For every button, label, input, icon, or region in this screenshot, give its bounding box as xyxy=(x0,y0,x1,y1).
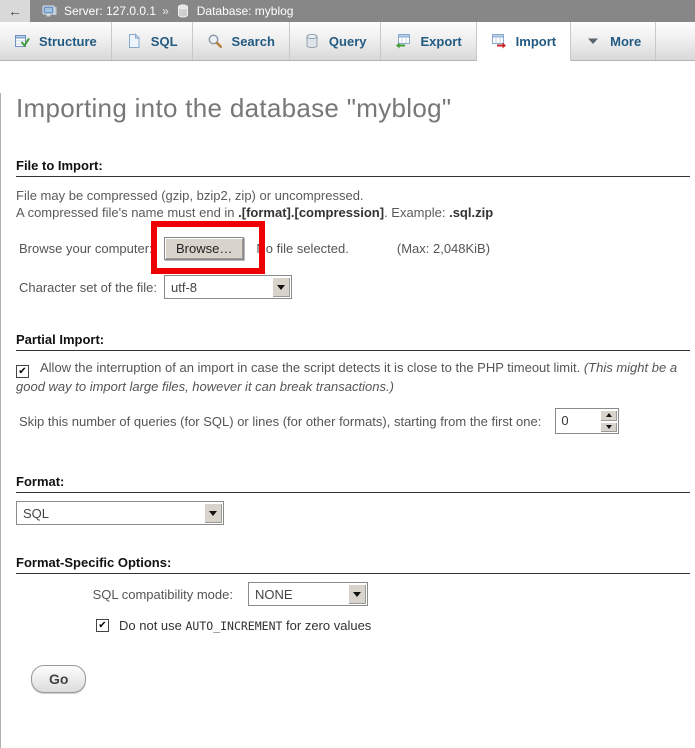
tab-label: SQL xyxy=(151,34,178,49)
auto-increment-row: ✔ Do not use AUTO_INCREMENT for zero val… xyxy=(1,618,695,633)
section-label: File to Import: xyxy=(16,158,103,173)
note-line1: File may be compressed (gzip, bzip2, zip… xyxy=(16,188,364,203)
allow-interruption-checkbox[interactable]: ✔ xyxy=(16,365,29,378)
breadcrumb-server[interactable]: Server: 127.0.0.1 xyxy=(64,4,156,18)
tab-label: Query xyxy=(329,34,367,49)
charset-select[interactable]: utf-8 xyxy=(164,275,292,299)
auto-increment-label: Do not use AUTO_INCREMENT for zero value… xyxy=(119,618,371,633)
tab-label: More xyxy=(610,34,641,49)
note-line2-prefix: A compressed file's name must end in xyxy=(16,205,238,220)
auto-increment-checkbox[interactable]: ✔ xyxy=(96,619,109,632)
browse-label: Browse your computer: xyxy=(19,241,164,256)
tab-query[interactable]: Query xyxy=(290,22,382,60)
breadcrumb-database[interactable]: Database: myblog xyxy=(197,4,294,18)
search-icon xyxy=(207,33,223,49)
sql-compatibility-value: NONE xyxy=(249,587,347,602)
stepper-down-button[interactable] xyxy=(600,422,617,433)
section-heading-partial-import: Partial Import: xyxy=(16,332,690,351)
back-button[interactable]: ← xyxy=(0,0,30,22)
skip-queries-row: Skip this number of queries (for SQL) or… xyxy=(1,408,695,434)
main-content: Importing into the database "myblog" Fil… xyxy=(0,93,695,748)
note-example: .sql.zip xyxy=(449,205,493,220)
max-size-text: (Max: 2,048KiB) xyxy=(397,241,490,256)
chevron-up-icon xyxy=(606,413,612,417)
structure-icon xyxy=(14,33,30,49)
dropdown-arrow-icon[interactable] xyxy=(272,277,290,297)
query-icon xyxy=(304,33,320,49)
charset-row: Character set of the file: utf-8 xyxy=(1,275,695,299)
page-title: Importing into the database "myblog" xyxy=(16,93,680,124)
section-label: Format: xyxy=(16,474,64,489)
tab-import[interactable]: Import xyxy=(477,22,571,61)
tab-label: Structure xyxy=(39,34,97,49)
charset-label: Character set of the file: xyxy=(19,280,164,295)
tab-search[interactable]: Search xyxy=(193,22,290,60)
skip-queries-label: Skip this number of queries (for SQL) or… xyxy=(19,414,541,429)
import-icon xyxy=(491,33,507,49)
no-file-selected-text: No file selected. xyxy=(256,241,349,256)
format-row: SQL xyxy=(1,501,695,525)
allow-interruption-label: Allow the interruption of an import in c… xyxy=(40,360,584,375)
stepper-buttons xyxy=(600,410,617,432)
format-select[interactable]: SQL xyxy=(16,501,224,525)
breadcrumb-separator: » xyxy=(162,4,169,18)
browse-row: Browse your computer: Browse… No file se… xyxy=(1,235,695,261)
sql-compatibility-row: SQL compatibility mode: NONE xyxy=(1,582,695,606)
sql-compatibility-select[interactable]: NONE xyxy=(248,582,368,606)
note-format-pattern: .[format].[compression] xyxy=(238,205,384,220)
section-heading-format-specific-options: Format-Specific Options: xyxy=(16,555,690,574)
stepper-up-button[interactable] xyxy=(600,410,617,421)
skip-queries-stepper[interactable]: 0 xyxy=(555,408,619,434)
auto-increment-code: AUTO_INCREMENT xyxy=(186,619,283,633)
database-icon xyxy=(175,3,191,19)
left-arrow-icon: ← xyxy=(8,3,22,19)
section-label: Partial Import: xyxy=(16,332,104,347)
export-icon xyxy=(395,33,411,49)
server-icon xyxy=(42,3,58,19)
tab-sql[interactable]: SQL xyxy=(112,22,193,60)
dropdown-arrow-icon[interactable] xyxy=(204,503,222,523)
tab-label: Export xyxy=(420,34,461,49)
tab-structure[interactable]: Structure xyxy=(0,22,112,60)
section-label: Format-Specific Options: xyxy=(16,555,171,570)
tab-export[interactable]: Export xyxy=(381,22,476,60)
section-heading-file-to-import: File to Import: xyxy=(16,158,690,177)
breadcrumb-bar: ← Server: 127.0.0.1 » Database: myblog xyxy=(0,0,695,22)
allow-interruption-row: ✔ Allow the interruption of an import in … xyxy=(16,359,684,396)
skip-queries-value: 0 xyxy=(556,409,599,433)
tab-label: Import xyxy=(516,34,556,49)
sql-compatibility-label: SQL compatibility mode: xyxy=(1,587,233,602)
tab-bar: Structure SQL Search Query Export Import xyxy=(0,22,695,61)
section-heading-format: Format: xyxy=(16,474,690,493)
sql-icon xyxy=(126,33,142,49)
chevron-down-icon xyxy=(585,33,601,49)
chevron-down-icon xyxy=(606,425,612,429)
compression-note: File may be compressed (gzip, bzip2, zip… xyxy=(16,187,680,221)
go-button[interactable]: Go xyxy=(31,665,86,693)
tab-label: Search xyxy=(232,34,275,49)
dropdown-arrow-icon[interactable] xyxy=(348,584,366,604)
tab-more[interactable]: More xyxy=(571,22,656,60)
browse-button[interactable]: Browse… xyxy=(164,237,244,260)
format-select-value: SQL xyxy=(17,506,203,521)
note-line2-mid: . Example: xyxy=(384,205,449,220)
charset-select-value: utf-8 xyxy=(165,280,271,295)
